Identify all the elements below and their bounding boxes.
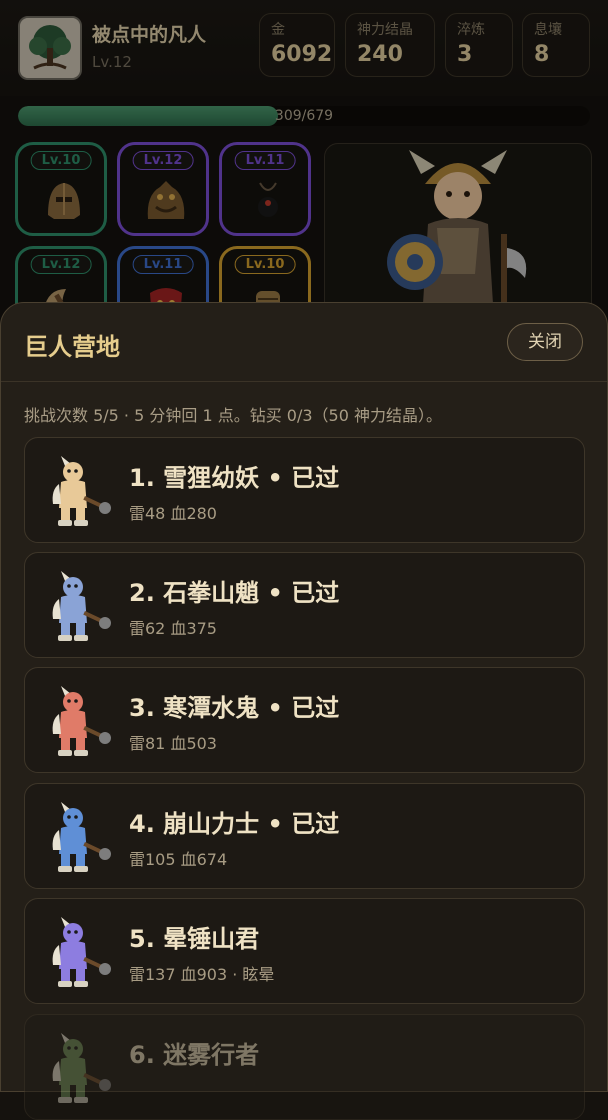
enemy-stats: 雷48 血280 xyxy=(129,504,217,523)
enemy-name: 6. 迷雾行者 xyxy=(129,1041,260,1069)
modal-header: 巨人营地 关闭 xyxy=(1,303,607,382)
enemy-name: 1. 雪狸幼妖 • 已过 xyxy=(129,464,340,492)
enemy-card-locked[interactable]: 6. 迷雾行者 xyxy=(24,1014,585,1120)
enemy-card[interactable]: 1. 雪狸幼妖 • 已过 雷48 血280 xyxy=(24,437,585,543)
enemy-sprite-icon xyxy=(52,917,111,987)
enemy-name: 3. 寒潭水鬼 • 已过 xyxy=(129,694,340,722)
enemy-name: 5. 晕锤山君 xyxy=(129,925,260,953)
enemy-stats: 雷81 血503 xyxy=(129,734,217,753)
enemy-sprite-icon xyxy=(52,802,111,872)
enemy-name: 4. 崩山力士 • 已过 xyxy=(129,810,340,838)
enemy-sprite-icon xyxy=(52,456,111,526)
enemy-sprite-icon xyxy=(52,1033,111,1103)
enemy-stats: 雷105 血674 xyxy=(129,850,228,869)
close-button[interactable]: 关闭 xyxy=(507,323,583,361)
enemy-sprite-icon xyxy=(52,571,111,641)
enemy-card[interactable]: 2. 石拳山魈 • 已过 雷62 血375 xyxy=(24,552,585,658)
enemy-card[interactable]: 4. 崩山力士 • 已过 雷105 血674 xyxy=(24,783,585,889)
enemy-stats: 雷137 血903 · 眩晕 xyxy=(129,965,275,984)
enemy-card[interactable]: 5. 晕锤山君 雷137 血903 · 眩晕 xyxy=(24,898,585,1004)
enemy-card[interactable]: 3. 寒潭水鬼 • 已过 雷81 血503 xyxy=(24,667,585,773)
enemy-name: 2. 石拳山魈 • 已过 xyxy=(129,579,340,607)
giant-camp-modal: 巨人营地 关闭 挑战次数 5/5 · 5 分钟回 1 点。钻买 0/3（50 神… xyxy=(0,302,608,1120)
challenge-info: 挑战次数 5/5 · 5 分钟回 1 点。钻买 0/3（50 神力结晶）。 xyxy=(24,406,442,425)
enemy-sprite-icon xyxy=(52,686,111,756)
enemy-stats: 雷62 血375 xyxy=(129,619,217,638)
modal-title: 巨人营地 xyxy=(24,333,120,361)
